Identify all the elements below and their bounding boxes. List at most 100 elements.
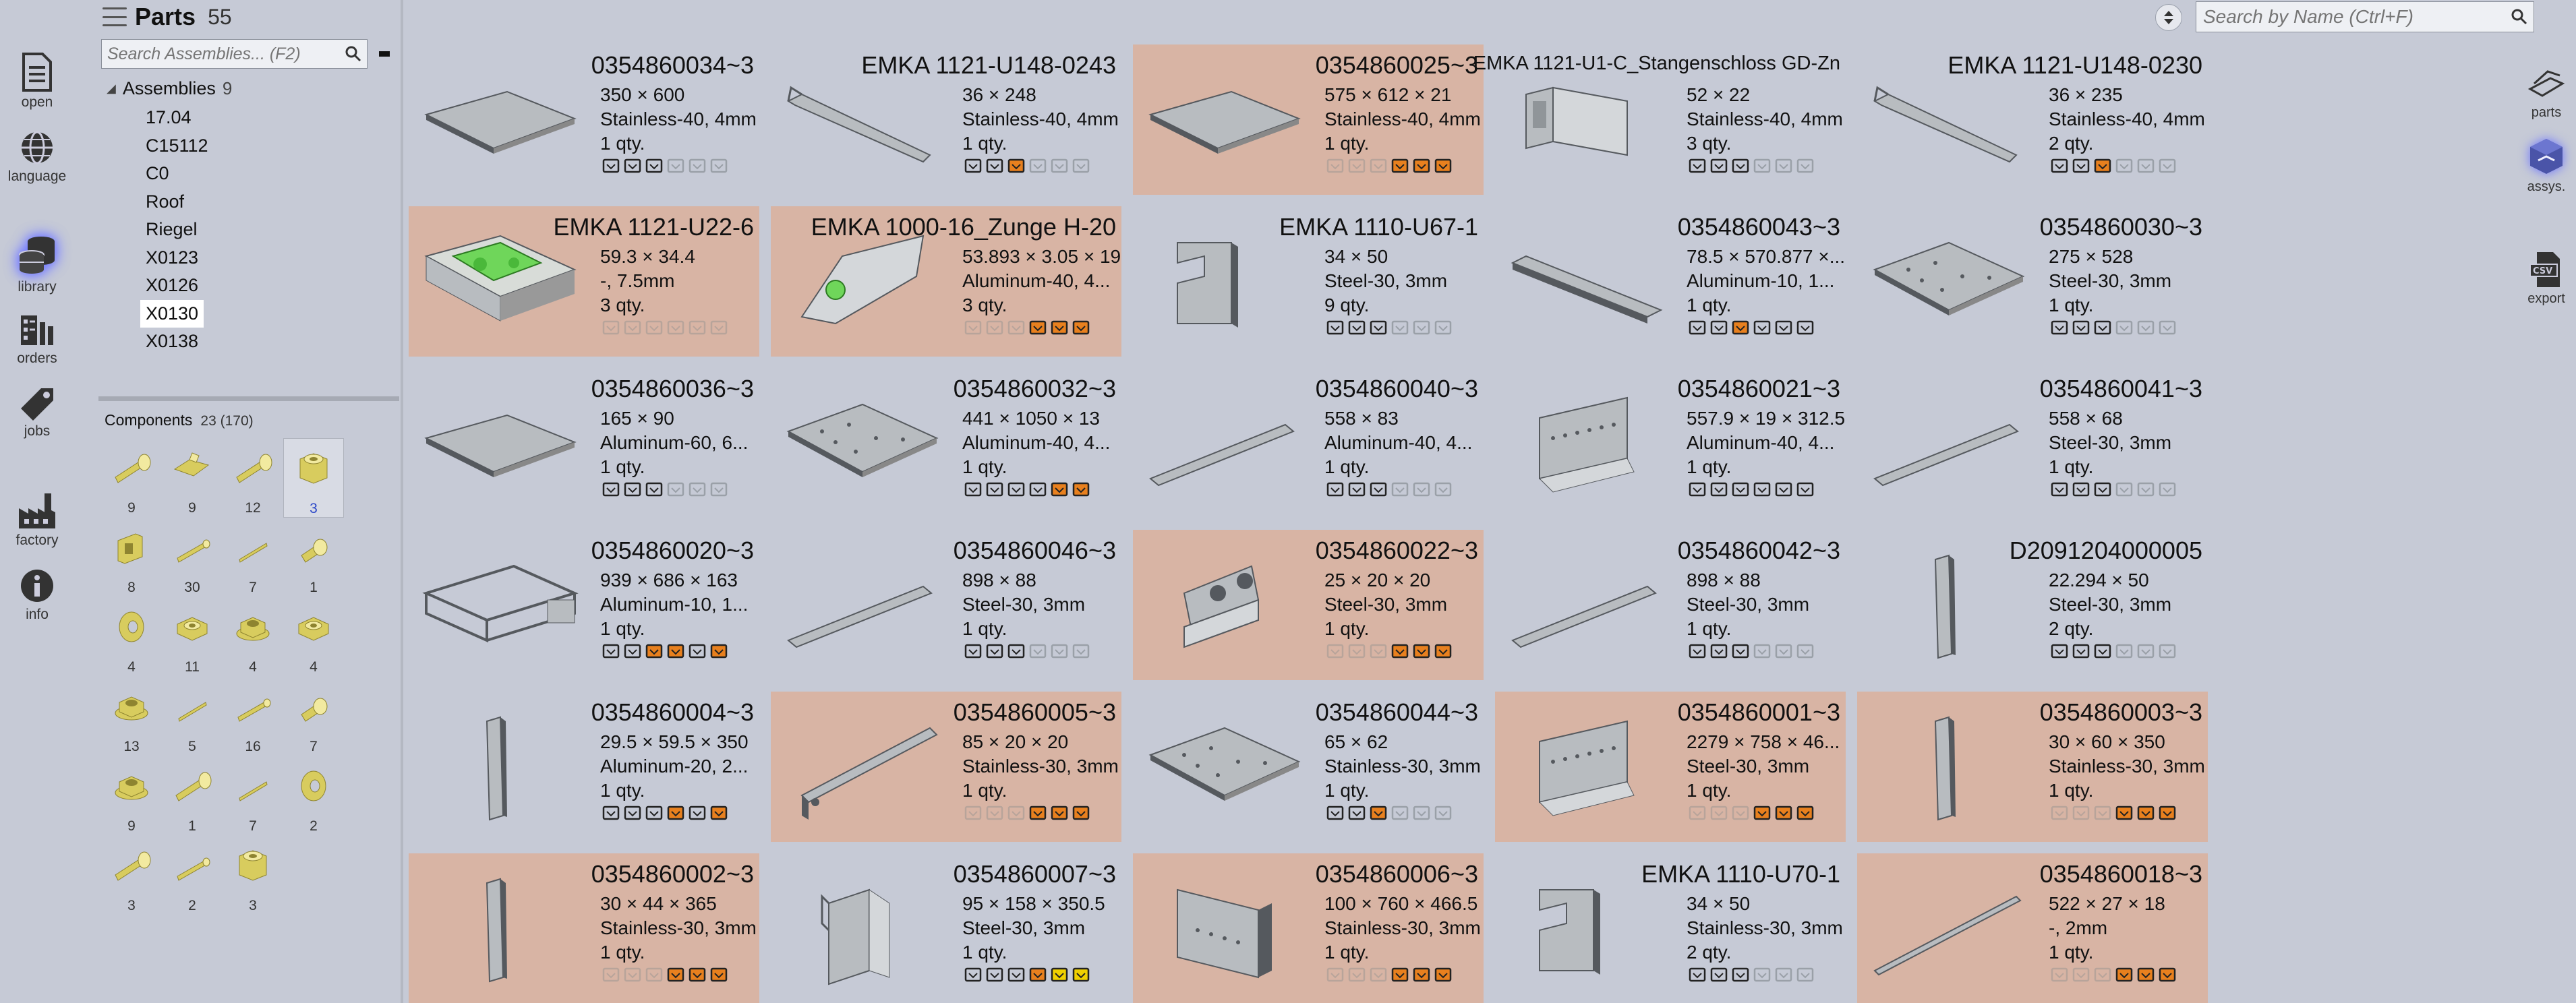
empty-status-icon[interactable] [2158,480,2177,499]
status-icon[interactable] [964,480,983,499]
nav-jobs[interactable]: jobs [0,386,74,439]
status-icon[interactable] [623,480,643,499]
part-card[interactable]: 0354860044~3 65 × 62 Stainless-30, 3mm 1… [1133,692,1484,842]
status-icon[interactable] [1774,480,1794,499]
faded-status-icon[interactable] [1326,156,1345,176]
component-item[interactable]: 30 [162,518,223,597]
orange-status-icon[interactable] [1412,965,1432,985]
faded-status-icon[interactable] [645,965,664,985]
status-icon[interactable] [2050,480,2070,499]
collapse-button[interactable] [375,44,394,63]
empty-status-icon[interactable] [2136,480,2156,499]
nav-info[interactable]: info [0,568,74,623]
part-card[interactable]: EMKA 1121-U148-0230 36 × 235 Stainless-4… [1857,44,2208,195]
status-icon[interactable] [964,965,983,985]
empty-status-icon[interactable] [1774,965,1794,985]
empty-status-icon[interactable] [2136,156,2156,176]
status-icon[interactable] [1688,965,1707,985]
status-icon[interactable] [1007,965,1026,985]
component-item[interactable]: 3 [283,438,344,518]
status-icon[interactable] [645,480,664,499]
orange-status-icon[interactable] [1028,803,1048,823]
empty-status-icon[interactable] [1412,318,1432,338]
faded-status-icon[interactable] [645,318,664,338]
component-item[interactable]: 2 [283,756,344,836]
orange-status-icon[interactable] [1072,480,1091,499]
status-icon[interactable] [1688,156,1707,176]
assembly-row[interactable]: X0130 [140,299,368,328]
status-icon[interactable] [1347,480,1367,499]
empty-status-icon[interactable] [1434,480,1453,499]
assembly-item[interactable]: Riegel [140,216,203,243]
part-card[interactable]: EMKA 1000-16_Zunge H-20 53.893 × 3.05 × … [771,206,1121,357]
part-card[interactable]: 0354860036~3 165 × 90 Aluminum-60, 6... … [409,368,759,518]
status-icon[interactable] [1774,318,1794,338]
assembly-item[interactable]: Roof [140,188,189,216]
orange-status-icon[interactable] [1072,318,1091,338]
empty-status-icon[interactable] [666,480,686,499]
part-card[interactable]: 0354860005~3 85 × 20 × 20 Stainless-30, … [771,692,1121,842]
faded-status-icon[interactable] [2050,803,2070,823]
component-item[interactable]: 7 [223,756,283,836]
expand-triangle-icon[interactable]: ◢ [107,82,116,96]
component-item[interactable]: 3 [101,836,162,915]
faded-status-icon[interactable] [1688,803,1707,823]
orange-status-icon[interactable] [1731,318,1751,338]
empty-status-icon[interactable] [1391,480,1410,499]
panel-divider[interactable] [401,0,403,1003]
faded-status-icon[interactable] [2072,965,2091,985]
part-card[interactable]: EMKA 1110-U67-1 34 × 50 Steel-30, 3mm 9 … [1133,206,1484,357]
orange-status-icon[interactable] [1369,803,1388,823]
status-icon[interactable] [688,642,707,661]
nav-language[interactable]: language [0,129,74,185]
assembly-search-box[interactable] [101,39,368,69]
faded-status-icon[interactable] [1369,965,1388,985]
empty-status-icon[interactable] [666,156,686,176]
orange-status-icon[interactable] [688,965,707,985]
empty-status-icon[interactable] [2115,480,2134,499]
part-card[interactable]: 0354860042~3 898 × 88 Steel-30, 3mm 1 qt… [1495,530,1846,680]
orange-status-icon[interactable] [1050,318,1070,338]
status-icon[interactable] [985,480,1005,499]
status-icon[interactable] [1709,965,1729,985]
status-icon[interactable] [602,803,621,823]
orange-status-icon[interactable] [1072,803,1091,823]
hamburger-icon[interactable] [103,7,127,26]
part-card[interactable]: 0354860046~3 898 × 88 Steel-30, 3mm 1 qt… [771,530,1121,680]
faded-status-icon[interactable] [1007,803,1026,823]
empty-status-icon[interactable] [1028,642,1048,661]
status-icon[interactable] [645,156,664,176]
assembly-item[interactable]: X0123 [140,244,204,272]
part-card[interactable]: 0354860030~3 275 × 528 Steel-30, 3mm 1 q… [1857,206,2208,357]
empty-status-icon[interactable] [1753,965,1772,985]
part-card[interactable]: EMKA 1110-U70-1 34 × 50 Stainless-30, 3m… [1495,853,1846,1003]
faded-status-icon[interactable] [1369,642,1388,661]
empty-status-icon[interactable] [1050,642,1070,661]
status-icon[interactable] [602,156,621,176]
component-item[interactable]: 9 [101,756,162,836]
empty-status-icon[interactable] [1050,156,1070,176]
assembly-row[interactable]: 17.04 [146,104,368,132]
part-card[interactable]: 0354860022~3 25 × 20 × 20 Steel-30, 3mm … [1133,530,1484,680]
component-item[interactable]: 4 [223,597,283,677]
right-nav-assys[interactable]: assys. [2517,136,2576,195]
component-item[interactable]: 7 [223,518,283,597]
empty-status-icon[interactable] [1434,803,1453,823]
faded-status-icon[interactable] [2093,965,2113,985]
faded-status-icon[interactable] [1709,803,1729,823]
assemblies-header[interactable]: ◢ Assemblies 9 [107,78,232,99]
faded-status-icon[interactable] [1347,965,1367,985]
status-icon[interactable] [1731,156,1751,176]
assembly-item[interactable]: C15112 [140,132,214,160]
component-item[interactable]: 16 [223,677,283,756]
empty-status-icon[interactable] [2158,318,2177,338]
panel-splitter[interactable] [98,396,399,401]
empty-status-icon[interactable] [688,480,707,499]
assembly-row[interactable]: X0123 [146,244,368,272]
faded-status-icon[interactable] [985,318,1005,338]
status-icon[interactable] [623,803,643,823]
empty-status-icon[interactable] [2158,156,2177,176]
part-card[interactable]: 0354860006~3 100 × 760 × 466.5 Stainless… [1133,853,1484,1003]
orange-status-icon[interactable] [2136,965,2156,985]
faded-status-icon[interactable] [964,803,983,823]
